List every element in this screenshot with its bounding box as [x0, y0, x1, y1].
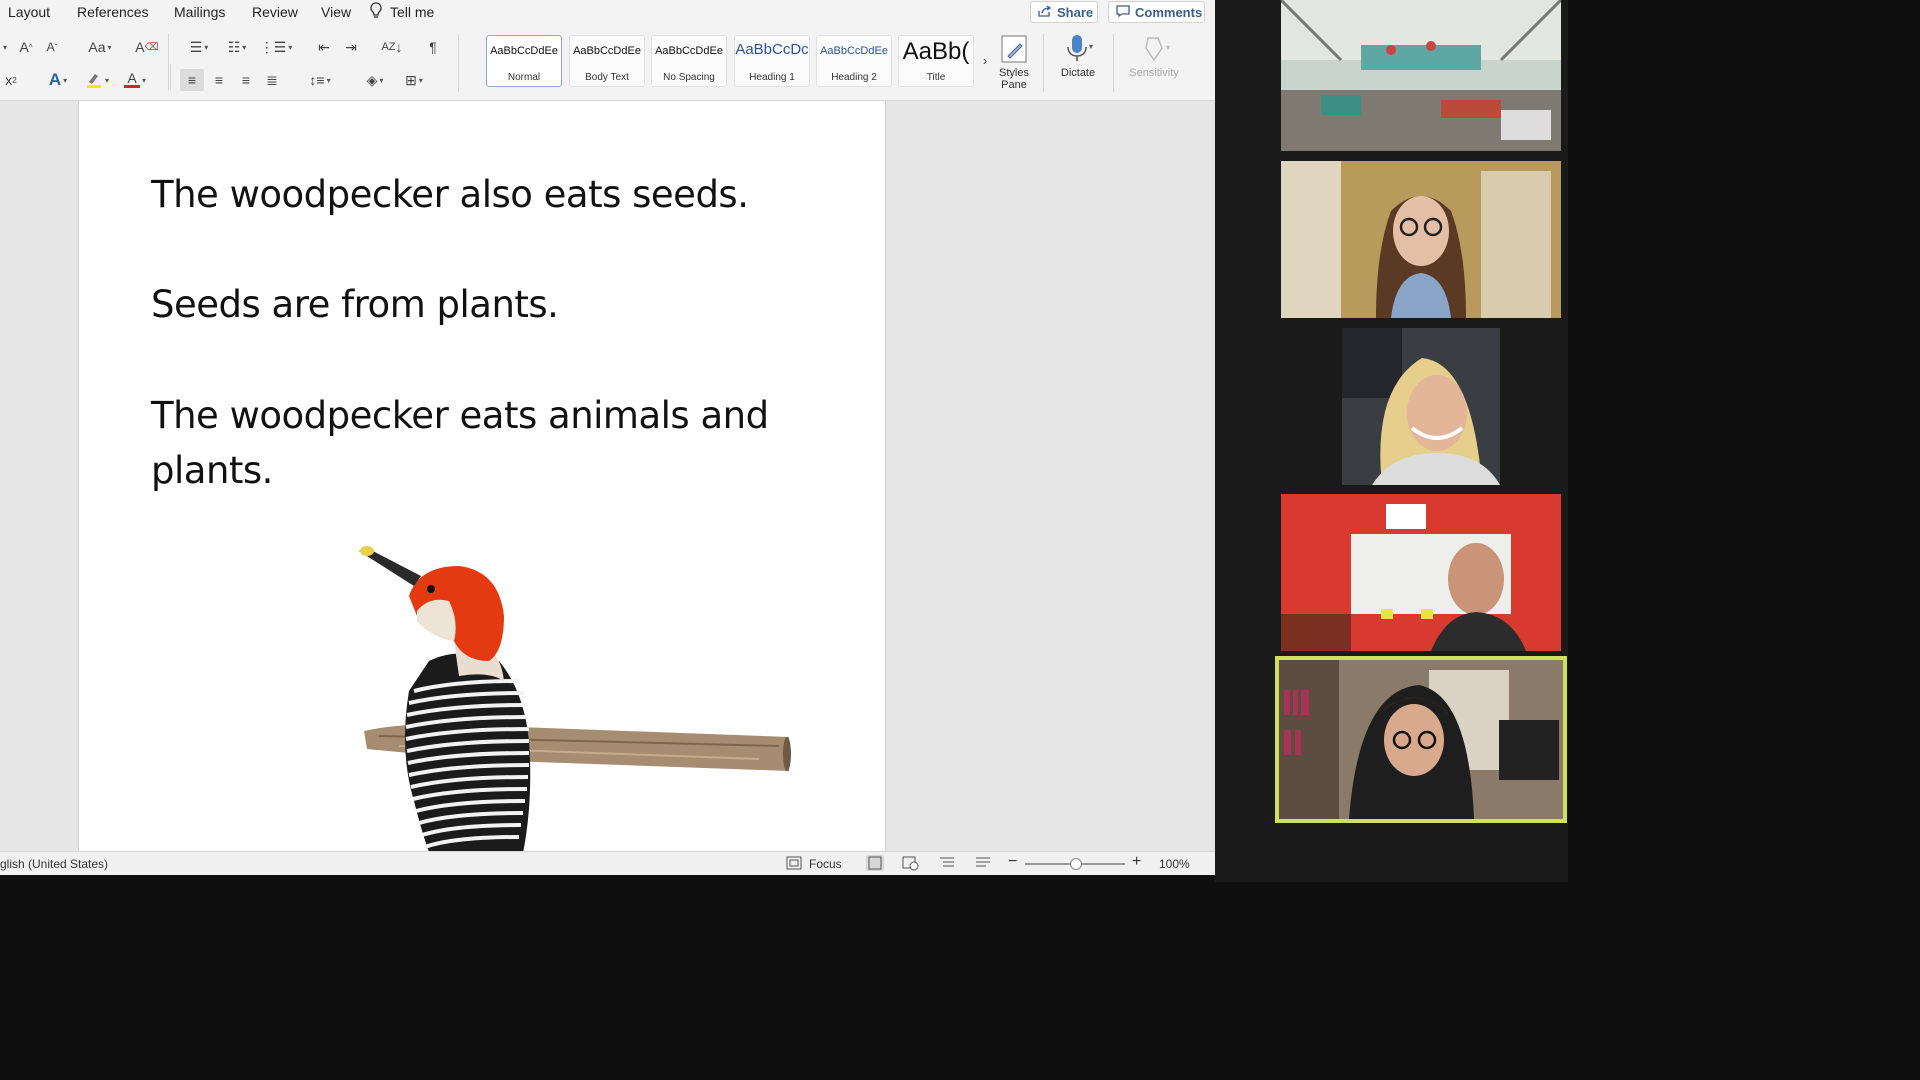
participant-video-woman-glasses[interactable]	[1281, 161, 1561, 318]
share-button[interactable]: Share	[1030, 1, 1098, 23]
highlight-icon[interactable]: ▾	[80, 69, 114, 91]
menu-layout[interactable]: Layout	[8, 4, 50, 20]
style-name: No Spacing	[663, 72, 715, 83]
document-paragraph-1[interactable]: The woodpecker also eats seeds.	[151, 167, 811, 222]
zoom-out-icon[interactable]: −	[1008, 853, 1017, 871]
shrink-font-icon[interactable]: Aˇ	[42, 36, 62, 58]
borders-icon[interactable]: ⊞ ▾	[396, 69, 432, 91]
status-bar: glish (United States) Focus − + 100%	[0, 851, 1215, 875]
line-spacing-icon[interactable]: ↕≡ ▾	[302, 69, 338, 91]
superscript-icon[interactable]: x2	[2, 69, 20, 91]
style-sample: AaBbCcDdEe	[655, 45, 723, 57]
document-paragraph-2[interactable]: Seeds are from plants.	[151, 277, 811, 332]
sort-icon[interactable]: AZ ↓	[381, 36, 403, 58]
menu-view[interactable]: View	[321, 4, 351, 20]
language-status[interactable]: glish (United States)	[0, 857, 108, 871]
styles-gallery: AaBbCcDdEe Normal AaBbCcDdEe Body Text A…	[486, 34, 976, 90]
style-heading-1[interactable]: AaBbCcDc Heading 1	[734, 35, 810, 87]
comments-label: Comments	[1135, 4, 1203, 20]
focus-icon	[786, 856, 802, 873]
styles-pane-label: Styles Pane	[999, 67, 1029, 91]
clear-formatting-icon[interactable]: A ⌫	[135, 36, 158, 58]
video-gallery-panel	[1215, 0, 1568, 882]
menu-review[interactable]: Review	[252, 4, 298, 20]
document-page[interactable]: The woodpecker also eats seeds. Seeds ar…	[78, 101, 886, 851]
focus-mode-button[interactable]: Focus	[809, 857, 842, 871]
bullets-icon[interactable]: ☰ ▾	[182, 36, 216, 58]
svg-text:▾: ▾	[1089, 42, 1093, 51]
menu-mailings[interactable]: Mailings	[174, 4, 225, 20]
comment-icon	[1116, 4, 1130, 20]
shading-icon[interactable]: ◈ ▾	[358, 69, 392, 91]
share-icon	[1038, 4, 1052, 20]
style-sample: AaBbCcDc	[735, 41, 809, 58]
style-name: Heading 1	[749, 72, 795, 83]
participant-video-active-speaker[interactable]	[1275, 656, 1567, 823]
dictate-label: Dictate	[1060, 67, 1096, 79]
document-paragraph-3[interactable]: The woodpecker eats animals and plants.	[151, 388, 791, 498]
participant-video-classroom[interactable]	[1281, 0, 1561, 151]
style-title[interactable]: AaBb( Title	[898, 35, 974, 87]
font-size-caret[interactable]: ▾	[0, 36, 8, 58]
style-sample: AaBbCcDdEe	[820, 45, 888, 57]
decrease-indent-icon[interactable]: ⇤	[314, 36, 334, 58]
align-right-icon[interactable]: ≡	[235, 69, 257, 91]
style-name: Body Text	[585, 72, 629, 83]
change-case-icon[interactable]: Aa ▾	[82, 36, 118, 58]
word-window: Layout References Mailings Review View T…	[0, 0, 1215, 875]
numbering-icon[interactable]: ☷ ▾	[220, 36, 254, 58]
increase-indent-icon[interactable]: ⇥	[341, 36, 361, 58]
align-center-icon[interactable]: ≡	[208, 69, 230, 91]
zoom-slider-thumb[interactable]	[1070, 858, 1082, 870]
sensitivity-button[interactable]: ▾ Sensitivity	[1122, 34, 1186, 79]
text-effects-icon[interactable]: A ▾	[40, 69, 76, 91]
style-sample: AaBbCcDdEe	[490, 45, 558, 57]
document-canvas: The woodpecker also eats seeds. Seeds ar…	[0, 101, 1215, 851]
svg-text:▾: ▾	[1166, 43, 1170, 52]
lightbulb-icon	[369, 2, 383, 23]
style-name: Heading 2	[831, 72, 877, 83]
menu-bar: Layout References Mailings Review View T…	[0, 0, 1215, 24]
style-sample: AaBb(	[902, 38, 970, 65]
dictate-button[interactable]: ▾ Dictate	[1052, 34, 1104, 79]
zoom-slider[interactable]	[1025, 858, 1125, 870]
style-normal[interactable]: AaBbCcDdEe Normal	[486, 35, 562, 87]
show-formatting-icon[interactable]: ¶	[423, 36, 443, 58]
print-layout-icon[interactable]	[866, 855, 884, 871]
outline-view-icon[interactable]	[938, 855, 956, 874]
style-heading-2[interactable]: AaBbCcDdEe Heading 2	[816, 35, 892, 87]
multilevel-list-icon[interactable]: ⋮☰ ▾	[258, 36, 294, 58]
grow-font-icon[interactable]: A ^	[16, 36, 36, 58]
participant-video-woman-blonde[interactable]	[1342, 328, 1500, 485]
ribbon: ▾ A ^ Aˇ Aa ▾ A ⌫ ☰ ▾ ☷ ▾ ⋮☰ ▾ ⇤ ⇥ AZ ↓ ¶ x2 A ▾…	[0, 24, 1215, 101]
comments-button[interactable]: Comments	[1108, 1, 1205, 23]
share-label: Share	[1057, 4, 1094, 20]
style-name: Normal	[507, 72, 541, 83]
align-left-icon[interactable]: ≡	[180, 69, 204, 91]
woodpecker-image[interactable]	[359, 541, 799, 851]
styles-pane-button[interactable]: Styles Pane	[994, 34, 1034, 91]
menu-references[interactable]: References	[77, 4, 149, 20]
zoom-in-icon[interactable]: +	[1132, 853, 1141, 871]
sensitivity-label: Sensitivity	[1129, 67, 1179, 79]
style-sample: AaBbCcDdEe	[573, 45, 641, 57]
style-no-spacing[interactable]: AaBbCcDdEe No Spacing	[651, 35, 727, 87]
styles-pane-icon	[999, 35, 1029, 67]
style-name: Title	[926, 72, 946, 83]
gallery-more-chevron-icon[interactable]: ›	[979, 49, 991, 71]
sensitivity-icon: ▾	[1134, 37, 1174, 67]
participant-video-man-red-wall[interactable]	[1281, 494, 1561, 651]
style-body-text[interactable]: AaBbCcDdEe Body Text	[569, 35, 645, 87]
justify-icon[interactable]: ≣	[261, 69, 283, 91]
draft-view-icon[interactable]	[974, 855, 992, 874]
font-color-icon[interactable]: A ▾	[118, 69, 152, 91]
tell-me-search[interactable]: Tell me	[390, 4, 434, 20]
microphone-icon: ▾	[1061, 35, 1095, 67]
web-layout-icon[interactable]	[901, 855, 919, 874]
zoom-level[interactable]: 100%	[1159, 857, 1190, 871]
